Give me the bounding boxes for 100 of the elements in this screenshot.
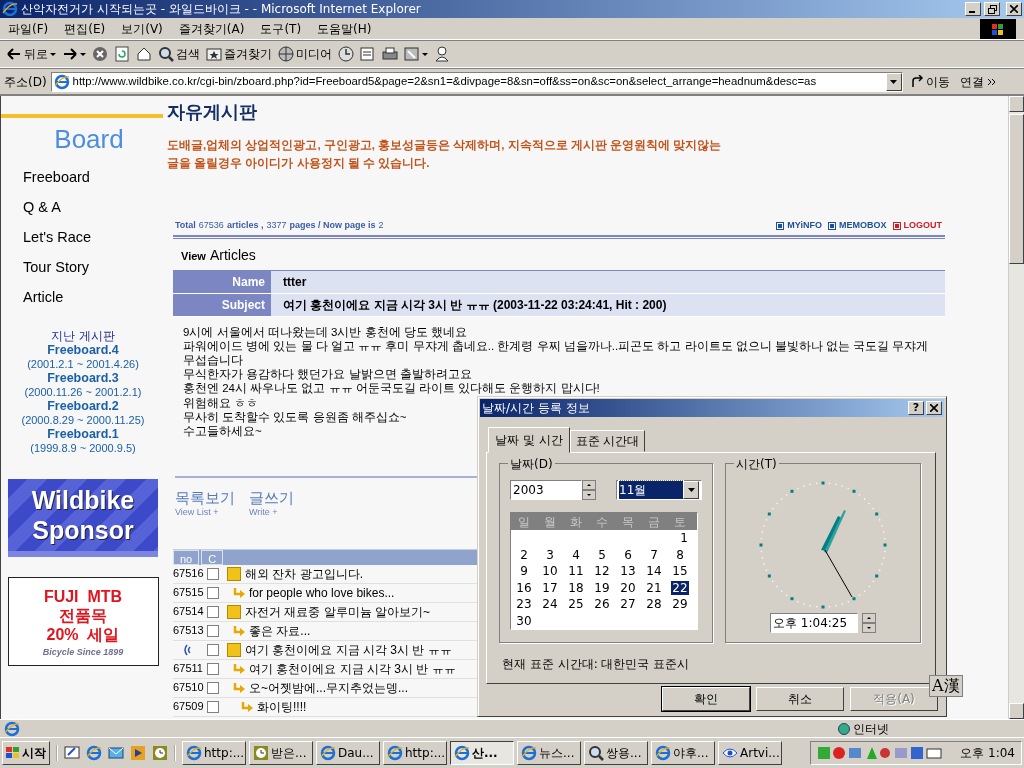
minimize-button[interactable] <box>965 2 981 16</box>
action-link[interactable]: 목록보기 View List + <box>175 490 235 520</box>
calendar-day[interactable]: 27 <box>619 597 637 611</box>
calendar-day[interactable]: 3 <box>545 547 555 562</box>
taskbar-button[interactable]: 야후... <box>651 741 715 765</box>
taskbar-button[interactable]: Artvi... <box>718 741 782 765</box>
calendar-day[interactable]: 30 <box>515 613 533 628</box>
taskbar-button[interactable]: Dau... <box>316 741 380 765</box>
close-button[interactable] <box>1006 2 1022 16</box>
calendar-day[interactable]: 29 <box>671 597 689 611</box>
calendar-day[interactable]: 9 <box>519 564 529 578</box>
checkbox[interactable] <box>207 643 219 656</box>
sidebar-link[interactable]: Freeboard <box>23 163 90 193</box>
spinner[interactable] <box>862 613 876 633</box>
time-field[interactable]: 오후 1:04:25 <box>770 613 858 633</box>
taskbar-button[interactable]: 받은... <box>249 741 313 765</box>
caret-icon[interactable] <box>80 52 86 56</box>
calendar-day[interactable]: 2 <box>519 547 529 562</box>
dialog-button[interactable]: 취소 <box>756 687 844 711</box>
calendar-day[interactable]: 11 <box>567 564 585 578</box>
menu-item[interactable]: 도구(T) <box>260 19 302 38</box>
calendar-day[interactable]: 23 <box>515 597 533 611</box>
sponsor-banner[interactable]: Wildbike Sponsor <box>8 479 158 557</box>
ime-indicator[interactable]: A漢 <box>929 675 963 697</box>
checkbox[interactable] <box>207 681 219 694</box>
post-title[interactable]: 오~어젯밤에...무지추었는뎅... <box>249 678 408 697</box>
sale-banner[interactable]: FUJI MTB 전품목 20% 세일 Bicycle Since 1899 <box>7 577 159 666</box>
taskbar-button[interactable]: 뉴스... <box>517 741 581 765</box>
caret-icon[interactable] <box>422 52 428 56</box>
calendar-day[interactable]: 14 <box>645 564 663 578</box>
edit-icon[interactable] <box>404 46 420 62</box>
post-title[interactable]: 화이팅!!!! <box>257 697 307 716</box>
ie-icon[interactable] <box>86 745 102 761</box>
calendar-day[interactable]: 7 <box>649 547 659 562</box>
toolbar-button[interactable]: 검색 <box>158 45 200 63</box>
dialog-button[interactable]: 확인 <box>662 687 750 711</box>
calendar-day[interactable]: 5 <box>597 547 607 562</box>
checkbox[interactable] <box>207 605 219 618</box>
help-button[interactable]: ? <box>908 401 924 415</box>
post-title[interactable]: 해외 잔차 광고입니다. <box>245 564 363 583</box>
post-title[interactable]: 여기 홍천이에요 지금 시각 3시 반 ㅠㅠ <box>245 640 452 659</box>
post-title[interactable]: 자전거 재료중 알루미늄 알아보기~ <box>245 602 430 621</box>
tab[interactable]: 날짜 및 시간 <box>488 427 570 453</box>
play-icon[interactable] <box>130 745 146 761</box>
envelope-icon[interactable] <box>108 745 124 761</box>
stop-icon[interactable] <box>92 46 108 62</box>
archive-link[interactable]: Freeboard.1 <box>47 427 119 441</box>
menu-item[interactable]: 편집(E) <box>64 19 106 38</box>
menu-item[interactable]: 도움말(H) <box>317 19 372 38</box>
sidebar-link[interactable]: Article <box>23 283 64 313</box>
calendar-day[interactable]: 28 <box>645 597 663 611</box>
printer-icon[interactable] <box>382 46 398 62</box>
tab[interactable]: 표준 시간대 <box>569 430 646 452</box>
checkbox[interactable] <box>207 624 219 637</box>
checkbox[interactable] <box>207 567 219 580</box>
action-link[interactable]: 글쓰기 Write + <box>249 490 294 520</box>
calendar-day[interactable]: 22 <box>671 580 689 595</box>
taskbar-button[interactable]: http:... <box>383 741 447 765</box>
calendar-day[interactable]: 20 <box>619 580 637 595</box>
calendar-day[interactable]: 13 <box>619 564 637 578</box>
taskbar-button[interactable]: http:... <box>182 741 246 765</box>
checkbox[interactable] <box>207 700 219 713</box>
calendar-day[interactable]: 21 <box>645 580 663 595</box>
refresh-icon[interactable] <box>114 46 130 62</box>
calendar-day[interactable]: 17 <box>541 580 559 595</box>
sidebar-link[interactable]: Tour Story <box>23 253 90 283</box>
calendar-day[interactable]: 8 <box>675 547 685 562</box>
clock-icon[interactable] <box>152 745 168 761</box>
menu-item[interactable]: 즐겨찾기(A) <box>178 19 245 38</box>
calendar-day[interactable]: 26 <box>593 597 611 611</box>
toolbar-button[interactable]: 미디어 <box>278 45 332 63</box>
sidebar-link[interactable]: Let's Race <box>23 223 92 253</box>
address-field[interactable]: http://www.wildbike.co.kr/cgi-bin/zboard.php?id=Freeboard5&page=2&sn1=&divpage=8&sn=off&ss=on&sc=on&select_arrange=headnum&desc=as <box>50 71 903 92</box>
post-title[interactable]: for people who love bikes... <box>249 583 395 602</box>
month-dropdown[interactable]: 11월 <box>616 480 702 500</box>
header-link[interactable]: LOGOUT <box>903 219 942 233</box>
taskbar-button[interactable]: 쌍용... <box>584 741 648 765</box>
dropdown-button[interactable] <box>885 72 902 91</box>
desktop-icon[interactable] <box>64 745 80 761</box>
chevron-icon[interactable] <box>987 77 996 86</box>
spinner[interactable] <box>582 480 596 500</box>
calendar-day[interactable]: 1 <box>679 531 689 545</box>
year-field[interactable]: 2003 <box>510 480 582 500</box>
person-icon[interactable] <box>434 46 450 62</box>
calendar-day[interactable]: 16 <box>515 580 533 595</box>
calendar-day[interactable]: 6 <box>623 547 633 562</box>
calendar-day[interactable]: 12 <box>593 564 611 578</box>
header-link[interactable]: MYiNFO <box>787 219 822 233</box>
caret-icon[interactable] <box>50 52 56 56</box>
start-button[interactable]: 시작 <box>2 741 50 765</box>
forward-arrow-icon[interactable] <box>62 46 78 62</box>
header-link[interactable]: MEMOBOX <box>839 219 887 233</box>
home-icon[interactable] <box>136 46 152 62</box>
close-button[interactable] <box>926 401 942 415</box>
calendar-day[interactable]: 10 <box>541 564 559 578</box>
archive-link[interactable]: Freeboard.2 <box>47 399 119 413</box>
history-icon[interactable] <box>338 46 354 62</box>
calendar-day[interactable]: 15 <box>671 564 689 578</box>
toolbar-button[interactable]: 즐겨찾기 <box>206 45 272 63</box>
restore-button[interactable] <box>984 2 1000 16</box>
